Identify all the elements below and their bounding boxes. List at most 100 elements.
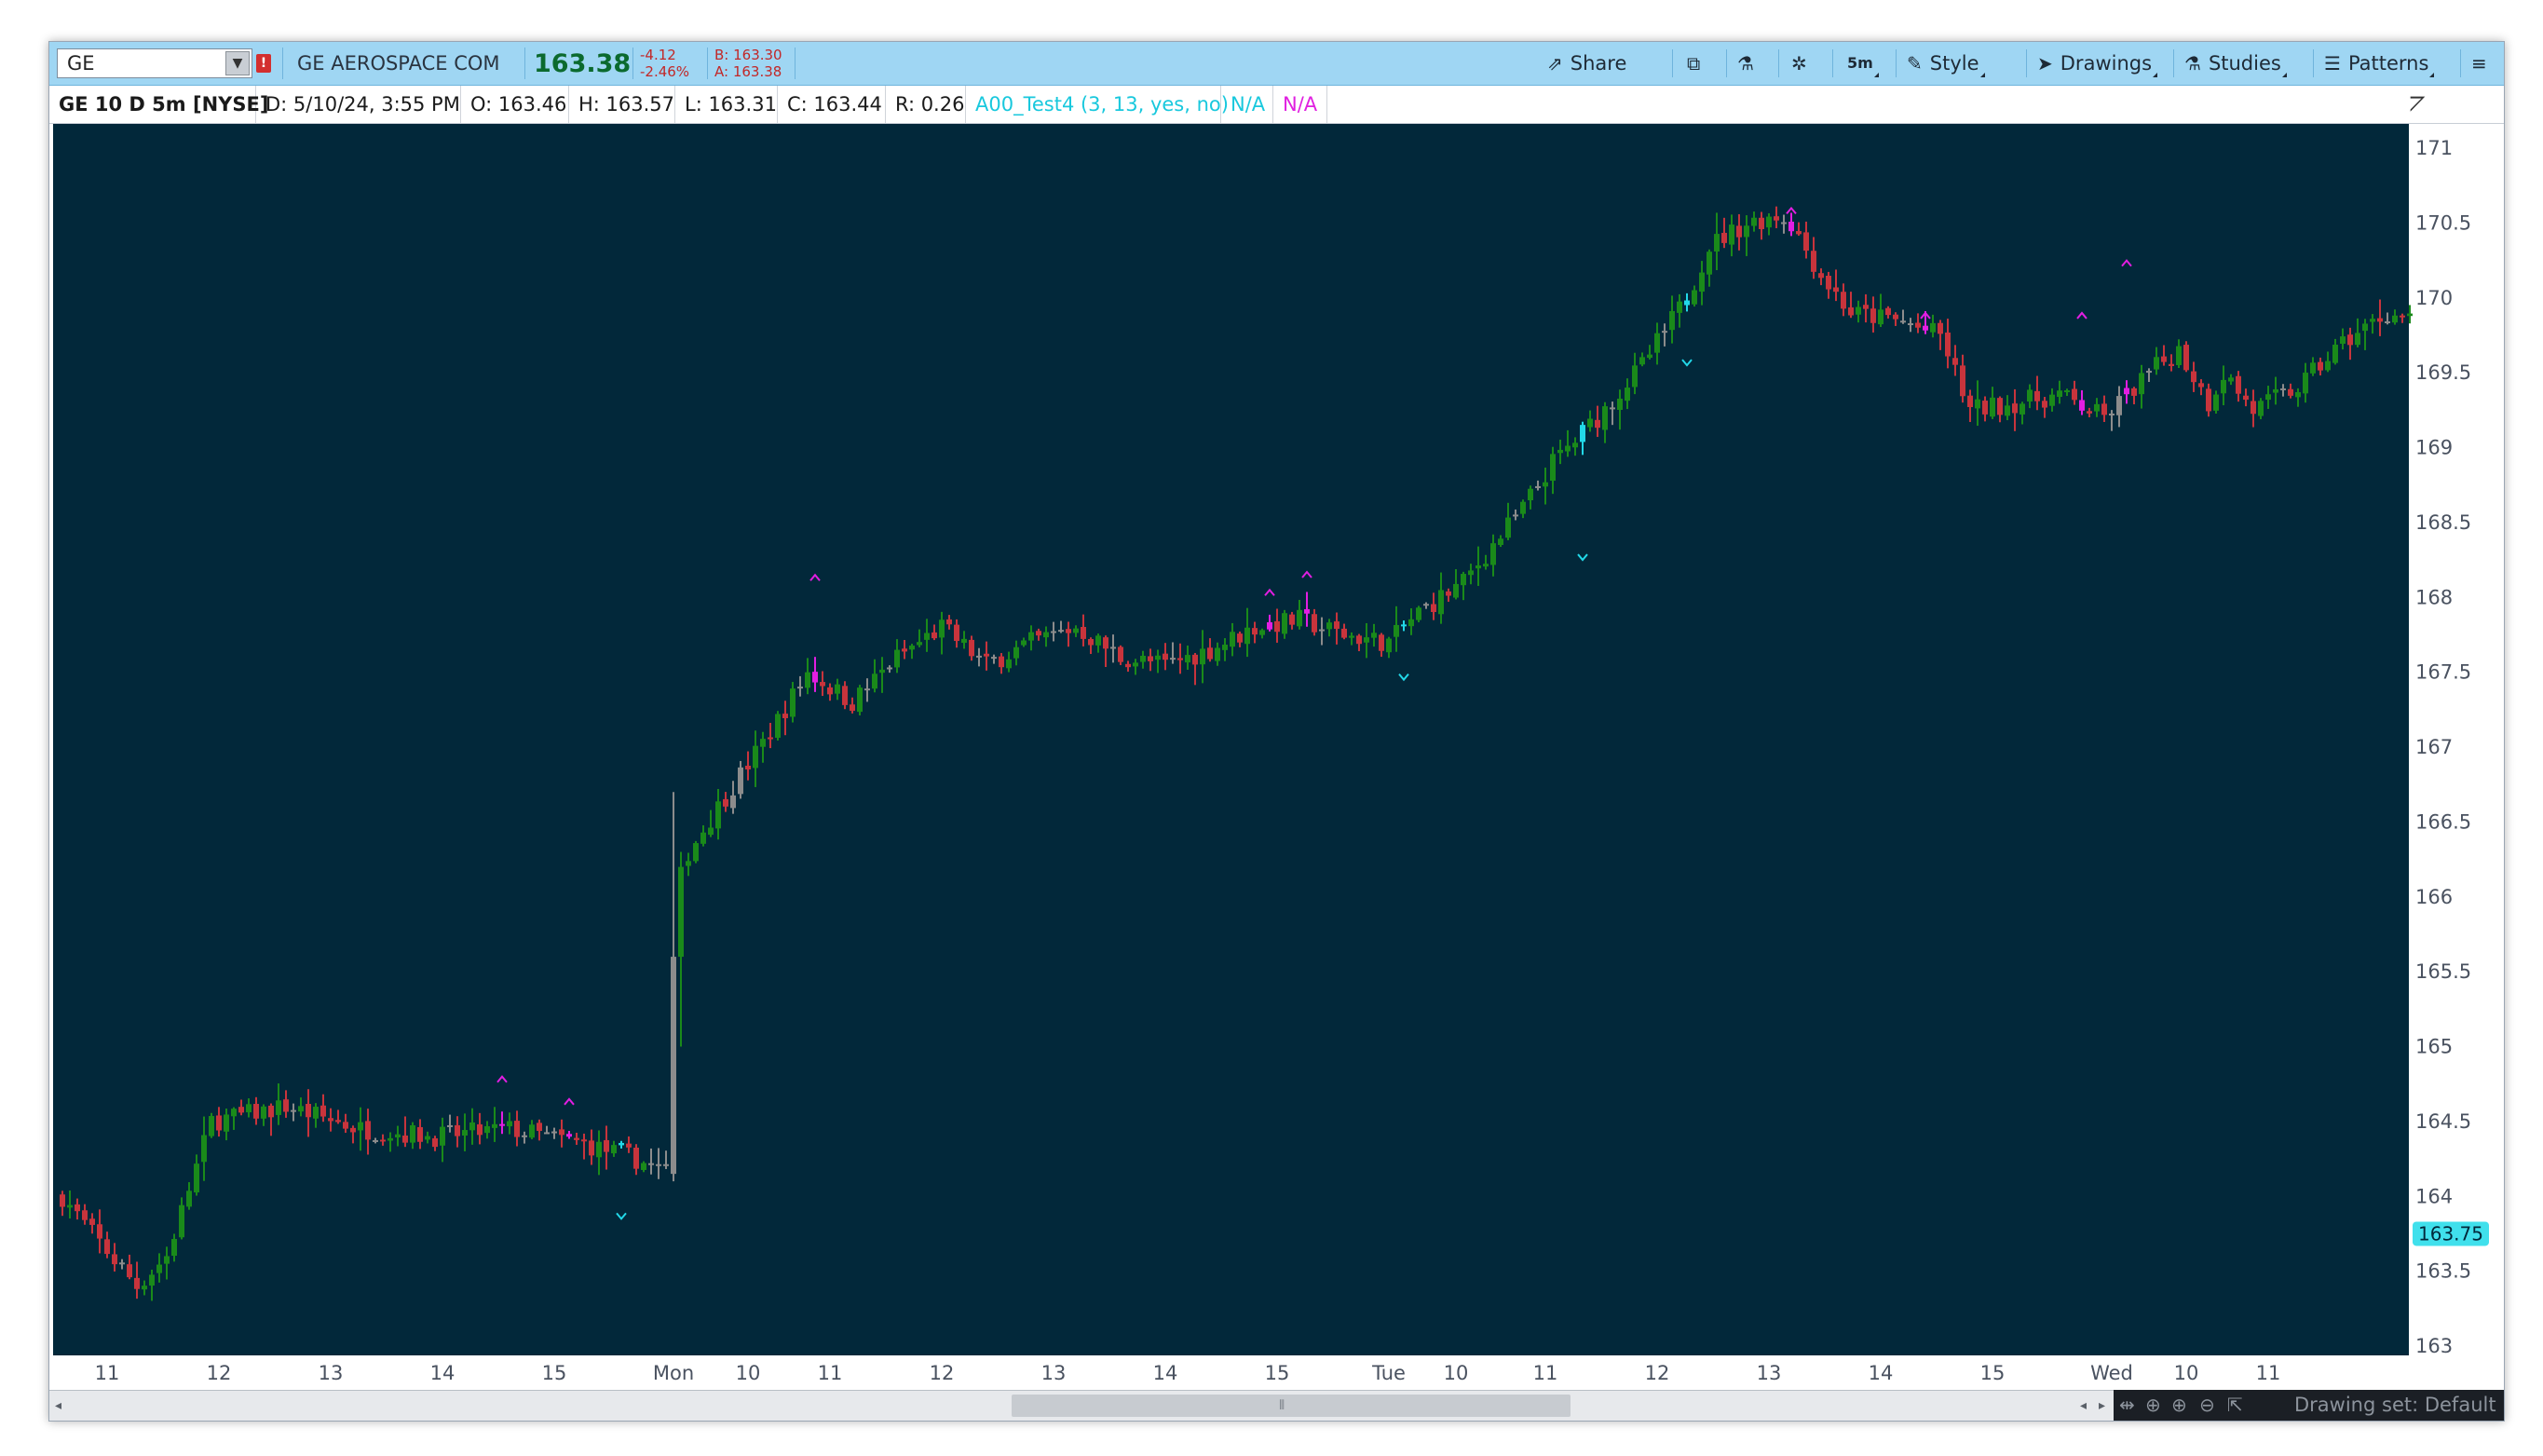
drawing-set-label[interactable]: Drawing set: Default <box>2294 1390 2496 1421</box>
candle-body <box>343 1122 348 1129</box>
x-tick-label: Wed <box>2090 1362 2133 1384</box>
candle-body <box>224 1114 229 1132</box>
zoom-in-icon[interactable]: ⊕ <box>2171 1390 2187 1421</box>
candle-body <box>2303 373 2308 394</box>
candle-body <box>2206 388 2211 412</box>
candle-body <box>2019 403 2025 415</box>
candle-body <box>1490 543 1496 565</box>
candle-body <box>1438 590 1444 615</box>
candle-body <box>358 1122 363 1131</box>
candle-body <box>663 1163 669 1166</box>
candle-body <box>1431 604 1436 613</box>
candle <box>693 840 699 864</box>
candle-body <box>313 1107 319 1119</box>
candle-body <box>1587 418 1593 428</box>
candle-body <box>1475 565 1481 569</box>
candle-body <box>984 653 989 657</box>
candle-body <box>1781 222 1787 225</box>
candle-body <box>2079 400 2085 411</box>
candle-body <box>581 1139 587 1142</box>
candle-body <box>537 1123 542 1132</box>
candle-body <box>946 619 952 625</box>
candle-body <box>1177 658 1183 660</box>
candle-body <box>1848 306 1854 316</box>
candle-body <box>246 1104 252 1113</box>
candle-body <box>1744 225 1749 238</box>
candle-body <box>320 1105 326 1117</box>
candle-body <box>797 687 803 689</box>
candle-body <box>2116 396 2122 415</box>
candle-body <box>2191 371 2196 383</box>
candle-body <box>1013 646 1019 659</box>
candle-body <box>924 633 930 640</box>
x-tick-label: 15 <box>1980 1362 2006 1384</box>
price-chart[interactable]: 163 163.5 164 164.5 165 165.5 166 166.5 167 167.5… <box>49 42 2504 1390</box>
zoom-out-icon[interactable]: ⊖ <box>2199 1390 2215 1421</box>
candle-body <box>499 1123 505 1126</box>
candle-body <box>2094 403 2100 412</box>
scroll-right-icon[interactable]: ▸ <box>2099 1395 2105 1417</box>
candle-body <box>1535 485 1541 488</box>
candle-body <box>1461 574 1466 586</box>
candle-body <box>2161 356 2167 362</box>
candle-body <box>1900 320 1906 323</box>
x-tick-label: 13 <box>1757 1362 1782 1384</box>
candle-body <box>75 1204 80 1212</box>
candle-body <box>1662 331 1667 333</box>
scrollbar-grip-icon: ⦀ <box>1279 1398 1285 1413</box>
candle-body <box>1699 272 1705 293</box>
pan-icon[interactable]: ⇹ <box>2119 1390 2135 1421</box>
candle-body <box>1595 419 1600 429</box>
candle-body <box>1394 624 1399 637</box>
crosshair-icon[interactable]: ⊕ <box>2145 1390 2161 1421</box>
scrollbar-thumb[interactable] <box>1012 1395 1571 1417</box>
candle-body <box>89 1218 95 1225</box>
candle-body <box>857 687 863 713</box>
candle-body <box>2049 394 2055 406</box>
candle-body <box>1110 646 1116 649</box>
candle-body <box>1244 627 1250 645</box>
candle-body <box>1878 309 1883 325</box>
scroll-left-icon[interactable]: ◂ <box>2080 1395 2087 1417</box>
scroll-left-icon[interactable]: ◂ <box>55 1395 61 1417</box>
candle-body <box>2347 334 2353 346</box>
candle-body <box>2131 388 2137 396</box>
candle-body <box>1990 397 1995 417</box>
candle-body <box>827 687 833 695</box>
candle-body <box>954 624 959 642</box>
x-tick-label: 10 <box>1444 1362 1469 1384</box>
y-tick-label: 171 <box>2415 137 2453 159</box>
candle-body <box>1669 310 1675 331</box>
x-tick-label: 11 <box>1533 1362 1558 1384</box>
candle-body <box>1170 658 1176 660</box>
cursor-icon[interactable]: ⇱ <box>2227 1390 2243 1421</box>
candle-body <box>2213 394 2219 411</box>
chart-plot-area <box>53 124 2409 1355</box>
candle-body <box>60 1194 65 1207</box>
candle-body <box>1938 322 1943 334</box>
candle-body <box>268 1105 274 1118</box>
y-tick-label: 166.5 <box>2415 810 2471 833</box>
candle-body <box>619 1142 624 1146</box>
candle-body <box>1036 631 1041 636</box>
candle-body <box>1304 608 1310 614</box>
candle-body <box>559 1129 564 1136</box>
candle-body <box>1625 388 1630 401</box>
candle-body <box>1982 401 1988 415</box>
candle-body <box>149 1274 155 1286</box>
candle-body <box>1341 628 1347 638</box>
candle-body <box>1557 449 1563 454</box>
candle-body <box>469 1122 475 1131</box>
candle-body <box>1200 648 1205 665</box>
candle-body <box>1684 300 1690 306</box>
candle-body <box>1252 628 1258 635</box>
candle-body <box>648 1163 654 1165</box>
candle-body <box>119 1262 125 1265</box>
candle-body <box>917 642 922 646</box>
candle-body <box>2057 390 2062 398</box>
candle-body <box>1073 628 1079 633</box>
candle-body <box>2221 379 2226 394</box>
candle-body <box>633 1148 639 1169</box>
candle-body <box>805 672 810 688</box>
candle-body <box>1021 640 1027 646</box>
